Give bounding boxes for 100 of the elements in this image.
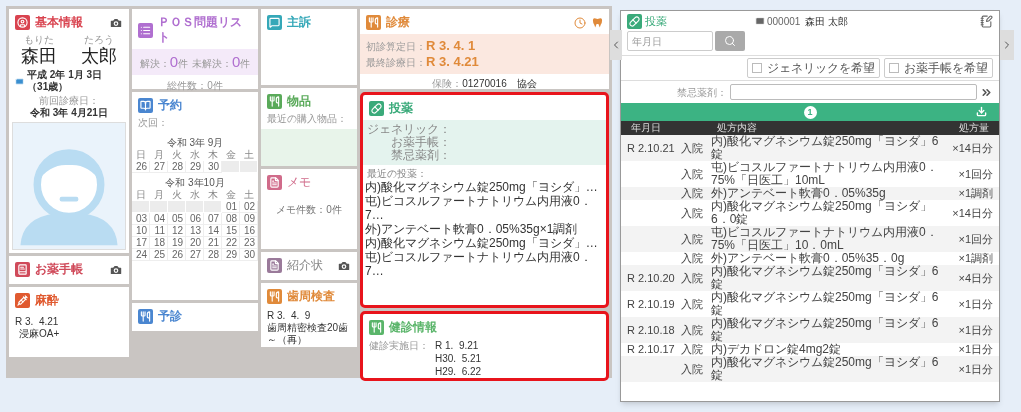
count-value: 0 [232, 51, 241, 72]
card-title: お薬手帳 [35, 262, 83, 277]
calendar-day[interactable]: 14 [204, 225, 222, 237]
calendar-day[interactable]: 21 [204, 237, 222, 249]
last-visit-date: 令和 3年 4月21日 [30, 107, 108, 119]
clock-icon[interactable] [574, 16, 586, 29]
table-cell-text: 内)酸化マグネシウム錠250mg「ヨシダ」6錠 [711, 356, 940, 382]
checkup-date-label: 健診実施日： [369, 339, 429, 353]
calendar-day[interactable]: 01 [222, 201, 240, 213]
calendar-day[interactable]: 23 [240, 237, 258, 249]
column-header: 処方内容 [717, 122, 758, 134]
column-header: 年月日 [631, 122, 662, 134]
calendar-day[interactable]: 25 [150, 249, 168, 261]
book-icon [138, 98, 153, 113]
weekday-label: 木 [207, 149, 219, 161]
calendar-day[interactable]: 09 [240, 213, 258, 225]
periodontal-date: R 3. 4. 9 [266, 310, 312, 322]
recent-medication-label: 最近の投薬： [366, 168, 428, 180]
calendar-day[interactable]: 27 [186, 249, 204, 261]
table-cell-text: 外)アンテベート軟膏0．05%35g [711, 187, 887, 200]
date-value: R 3. 4. 1 [426, 38, 476, 53]
table-cell-text: 屯)ビコスルファートナトリウム内用液0．75%「日医工」10mL [711, 161, 939, 187]
table-cell-text: 内)酸化マグネシウム錠250mg「ヨシダ」6錠 [711, 265, 940, 291]
calendar-day[interactable]: 12 [168, 225, 186, 237]
count-label: 未解決： [192, 56, 232, 71]
tooth-icon[interactable] [592, 16, 603, 29]
date-search-field[interactable]: 年月日 [627, 31, 713, 51]
calendar-day[interactable]: 29 [222, 249, 240, 261]
calendar-day[interactable]: 08 [222, 213, 240, 225]
table-row[interactable]: R 2.10.17 入院 内)デカドロン錠4mg2錠 ×1日分 [621, 343, 999, 356]
table-cell-text: ×1調剤 [957, 187, 993, 200]
checkbox[interactable] [889, 63, 899, 73]
weekday-label: 火 [171, 149, 183, 161]
birth-date: 平成 2年 1月 3日（31歳） [27, 69, 104, 93]
notebook-icon [15, 262, 30, 277]
utensils-icon [267, 94, 282, 109]
calendar-month: 令和 3年 9月 [165, 137, 225, 149]
utensils-icon [138, 309, 153, 324]
table-cell-text: ×1日分 [957, 297, 993, 311]
table-cell-text: 入院 [681, 187, 704, 200]
panel-title: 投薬 [645, 13, 667, 29]
table-cell-text: 外)アンテベート軟膏0．05%35．0g [711, 252, 906, 265]
weekday-label: 木 [207, 189, 219, 201]
speech-bubble-icon [267, 15, 282, 30]
table-cell-text: 内)酸化マグネシウム錠250mg「ヨシダ」6．0錠 [711, 200, 933, 226]
table-cell: R 2.10.18 [627, 323, 675, 336]
recent-medication-item: 内)酸化マグネシウム錠250mg「ヨシダ」… [364, 236, 599, 250]
calendar-day[interactable]: 19 [168, 237, 186, 249]
search-button[interactable] [715, 31, 745, 51]
note-add-icon[interactable] [980, 14, 993, 28]
calendar-day[interactable]: 02 [240, 201, 258, 213]
weekday-label: 金 [225, 189, 237, 201]
utensils-icon [267, 289, 282, 304]
calendar-day[interactable]: 17 [132, 237, 150, 249]
checkup-date: H30. 5.21 [435, 352, 482, 365]
checkbox-option[interactable]: ジェネリックを希望 [747, 58, 880, 78]
card-title: 診療 [386, 15, 410, 30]
calendar-day[interactable]: 24 [132, 249, 150, 261]
weekday-label: 水 [189, 189, 201, 201]
calendar-day[interactable]: 26 [132, 161, 150, 173]
calendar-day[interactable]: 13 [186, 225, 204, 237]
table-cell-text: 入院 [681, 323, 704, 337]
checkbox-option[interactable]: お薬手帳を希望 [884, 58, 993, 78]
last-name: 森田 [21, 45, 57, 67]
calendar-day[interactable]: 29 [186, 161, 204, 173]
table-cell-text: ×1回分 [957, 167, 993, 181]
table-cell: R 2.10.19 [627, 297, 675, 310]
calendar-day[interactable]: 30 [240, 249, 258, 261]
calendar-day[interactable]: 26 [168, 249, 186, 261]
calendar-day[interactable]: 10 [132, 225, 150, 237]
calendar-day[interactable]: 16 [240, 225, 258, 237]
patient-id: 000001 [767, 14, 801, 29]
contraindication-field[interactable] [730, 84, 977, 100]
card-title: 主訴 [287, 15, 311, 30]
calendar-day[interactable]: 07 [204, 213, 222, 225]
calendar-day[interactable]: 22 [222, 237, 240, 249]
calendar-day[interactable]: 11 [150, 225, 168, 237]
calendar-day[interactable]: 28 [204, 249, 222, 261]
calendar-day[interactable]: 20 [186, 237, 204, 249]
calendar-day[interactable]: 15 [222, 225, 240, 237]
calendar-day[interactable]: 06 [186, 213, 204, 225]
calendar-day[interactable]: 27 [150, 161, 168, 173]
count-unit: 件 [240, 56, 251, 71]
recent-goods-label: 最近の購入物品： [266, 113, 348, 125]
table-row[interactable]: 入院 外)アンテベート軟膏0．05%35．0g ×1調剤 [621, 252, 999, 265]
download-icon[interactable] [976, 106, 987, 117]
card-title: 基本情報 [35, 15, 83, 30]
card-title: 歯周検査 [287, 289, 335, 304]
checkbox[interactable] [752, 63, 762, 73]
calendar-day[interactable]: 04 [150, 213, 168, 225]
table-cell-text: 入院 [681, 232, 704, 246]
calendar-day[interactable]: 05 [168, 213, 186, 225]
table-cell-text: 入院 [681, 343, 704, 356]
calendar-day[interactable]: 03 [132, 213, 150, 225]
table-cell-text: ×14日分 [951, 206, 993, 220]
calendar-day[interactable]: 18 [150, 237, 168, 249]
first-name: 太郎 [81, 45, 117, 67]
table-row[interactable]: 入院 外)アンテベート軟膏0．05%35g ×1調剤 [621, 187, 999, 200]
calendar-day[interactable]: 28 [168, 161, 186, 173]
table-cell-text: 入院 [681, 252, 704, 265]
